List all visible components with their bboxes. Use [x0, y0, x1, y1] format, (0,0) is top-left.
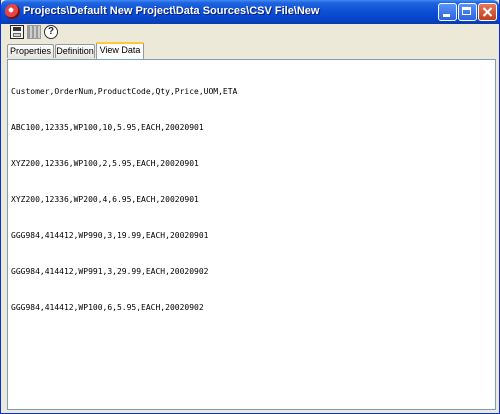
- close-icon: [482, 7, 493, 17]
- application-window: Projects\Default New Project\Data Source…: [0, 0, 500, 414]
- csv-data-line: GGG984,414412,WP991,3,29.99,EACH,2002090…: [11, 267, 209, 276]
- csv-header-line: Customer,OrderNum,ProductCode,Qty,Price,…: [11, 87, 238, 96]
- close-button[interactable]: [478, 3, 497, 21]
- minimize-icon: [443, 14, 450, 17]
- toolbar: ?: [4, 24, 498, 42]
- csv-data-line: GGG984,414412,WP990,3,19.99,EACH,2002090…: [11, 231, 209, 240]
- tab-definition[interactable]: Definition: [55, 44, 95, 58]
- csv-data-line: GGG984,414412,WP100,6,5.95,EACH,20020902: [11, 303, 204, 312]
- csv-data-line: XYZ200,12336,WP200,4,6.95,EACH,20020901: [11, 195, 199, 204]
- csv-preview: Customer,OrderNum,ProductCode,Qty,Price,…: [11, 62, 237, 338]
- tab-properties[interactable]: Properties: [7, 44, 54, 58]
- maximize-icon: [462, 7, 471, 15]
- view-data-panel[interactable]: Customer,OrderNum,ProductCode,Qty,Price,…: [7, 59, 496, 410]
- tab-view-data[interactable]: View Data: [96, 42, 144, 59]
- title-bar[interactable]: Projects\Default New Project\Data Source…: [1, 0, 499, 24]
- csv-data-line: XYZ200,12336,WP100,2,5.95,EACH,20020901: [11, 159, 199, 168]
- window-title: Projects\Default New Project\Data Source…: [23, 5, 320, 17]
- minimize-button[interactable]: [438, 3, 457, 21]
- maximize-button[interactable]: [458, 3, 477, 21]
- help-icon[interactable]: ?: [44, 25, 58, 39]
- csv-data-line: ABC100,12335,WP100,10,5.95,EACH,20020901: [11, 123, 204, 132]
- save-icon[interactable]: [10, 25, 24, 39]
- grid-icon[interactable]: [27, 25, 41, 39]
- tab-strip: Properties Definition View Data: [5, 42, 497, 59]
- app-icon: [5, 4, 20, 19]
